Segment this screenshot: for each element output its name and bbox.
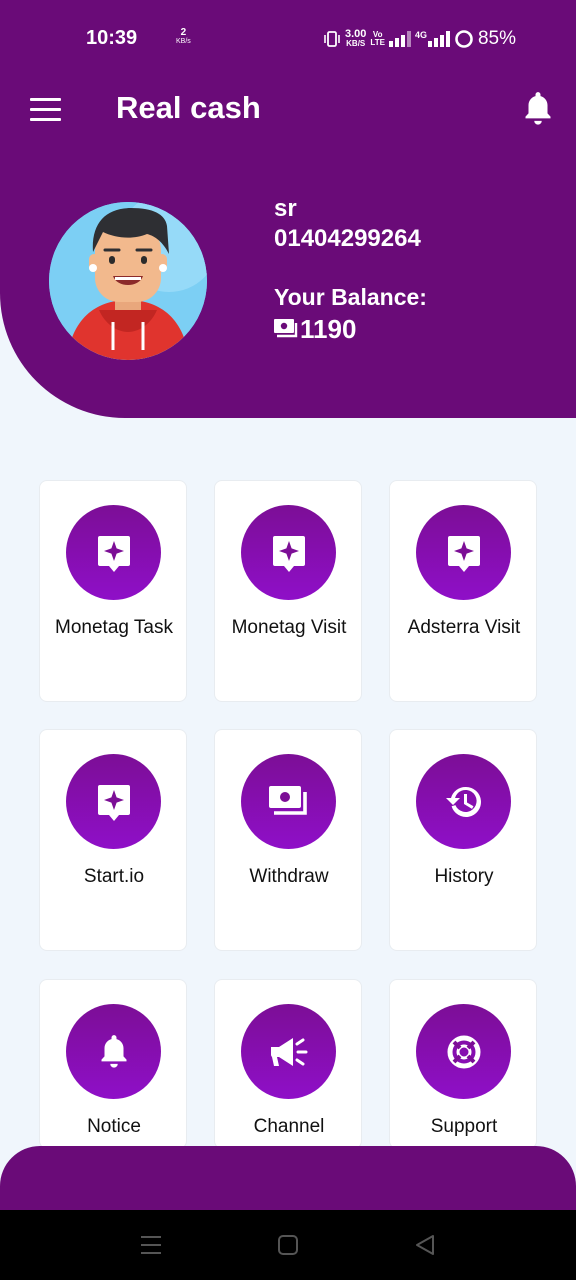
tile-icon-circle	[241, 1004, 336, 1099]
app-bar: Real cash	[0, 78, 576, 154]
status-icons: 3.00 KB/S Vo LTE 4G 85%	[323, 26, 516, 52]
sparkle-message-icon	[97, 535, 130, 572]
menu-icon[interactable]	[30, 98, 61, 122]
signal-icon	[388, 31, 411, 47]
vibrate-icon	[323, 30, 341, 48]
data-speed-indicator: 3.00 KB/S	[345, 29, 366, 49]
tile-icon-circle	[66, 1004, 161, 1099]
tile-label: Notice	[87, 1116, 141, 1137]
sparkle-message-icon	[447, 535, 480, 572]
tile-label: Start.io	[83, 866, 145, 887]
status-time: 10:39	[86, 27, 138, 49]
data-speed-unit: KB/S	[346, 39, 366, 48]
battery-level: 85%	[477, 28, 516, 49]
tile-label: History	[434, 866, 494, 887]
tile-label: Support	[430, 1116, 498, 1137]
sparkle-message-icon	[97, 784, 130, 821]
balance-label: Your Balance:	[274, 284, 427, 310]
tile-monetag-visit[interactable]: Monetag Visit	[214, 480, 362, 702]
network-speed-indicator: 2 KB/s	[176, 28, 191, 46]
user-name: sr	[274, 195, 297, 222]
tile-label: Adsterra Visit	[407, 617, 521, 638]
user-phone: 01404299264	[274, 225, 421, 252]
network-type: 4G	[414, 30, 427, 40]
tile-history[interactable]: History	[389, 729, 537, 951]
tile-label: Channel	[253, 1116, 325, 1137]
balance-row: 1190	[274, 312, 427, 346]
money-icon	[268, 785, 307, 815]
back-icon[interactable]	[414, 1234, 436, 1256]
tile-withdraw[interactable]: Withdraw	[214, 729, 362, 951]
system-nav-bar	[0, 1210, 576, 1280]
app-title: Real cash	[116, 90, 261, 125]
sparkle-message-icon	[272, 535, 305, 572]
tile-label: Withdraw	[249, 866, 329, 887]
status-bar: 10:39 2 KB/s 3.00 KB/S Vo LTE 4G 85%	[0, 0, 576, 78]
megaphone-icon	[270, 1037, 307, 1066]
tile-notice[interactable]: Notice	[39, 979, 187, 1149]
bell-icon	[101, 1034, 126, 1068]
history-icon	[445, 786, 481, 817]
tile-icon-circle	[416, 754, 511, 849]
tile-icon-circle	[416, 1004, 511, 1099]
profile-header: sr 01404299264 Your Balance: 1190	[0, 154, 576, 418]
tile-icon-circle	[241, 505, 336, 600]
tile-adsterra-visit[interactable]: Adsterra Visit	[389, 480, 537, 702]
balance-value: 1190	[300, 314, 357, 344]
recents-icon[interactable]	[140, 1234, 162, 1256]
volte-bottom: LTE	[370, 38, 385, 47]
avatar	[49, 202, 207, 360]
volte-indicator: Vo LTE	[370, 31, 385, 47]
tile-monetag-task[interactable]: Monetag Task	[39, 480, 187, 702]
tile-start-io[interactable]: Start.io	[39, 729, 187, 951]
lifebuoy-icon	[447, 1035, 480, 1068]
signal-icon-2	[427, 31, 450, 47]
bottom-bar	[0, 1146, 576, 1216]
network-speed-unit: KB/s	[176, 38, 191, 45]
battery-icon	[454, 29, 474, 49]
tile-icon-circle	[241, 754, 336, 849]
tile-icon-circle	[66, 754, 161, 849]
tile-icon-circle	[416, 505, 511, 600]
tile-label: Monetag Task	[55, 617, 173, 638]
tile-label: Monetag Visit	[231, 617, 347, 638]
tile-icon-circle	[66, 505, 161, 600]
bell-icon[interactable]	[523, 92, 553, 126]
home-icon[interactable]	[277, 1234, 299, 1256]
user-info: sr 01404299264 Your Balance: 1190	[274, 194, 427, 346]
tile-channel[interactable]: Channel	[214, 979, 362, 1149]
money-icon	[274, 319, 298, 338]
tile-support[interactable]: Support	[389, 979, 537, 1149]
